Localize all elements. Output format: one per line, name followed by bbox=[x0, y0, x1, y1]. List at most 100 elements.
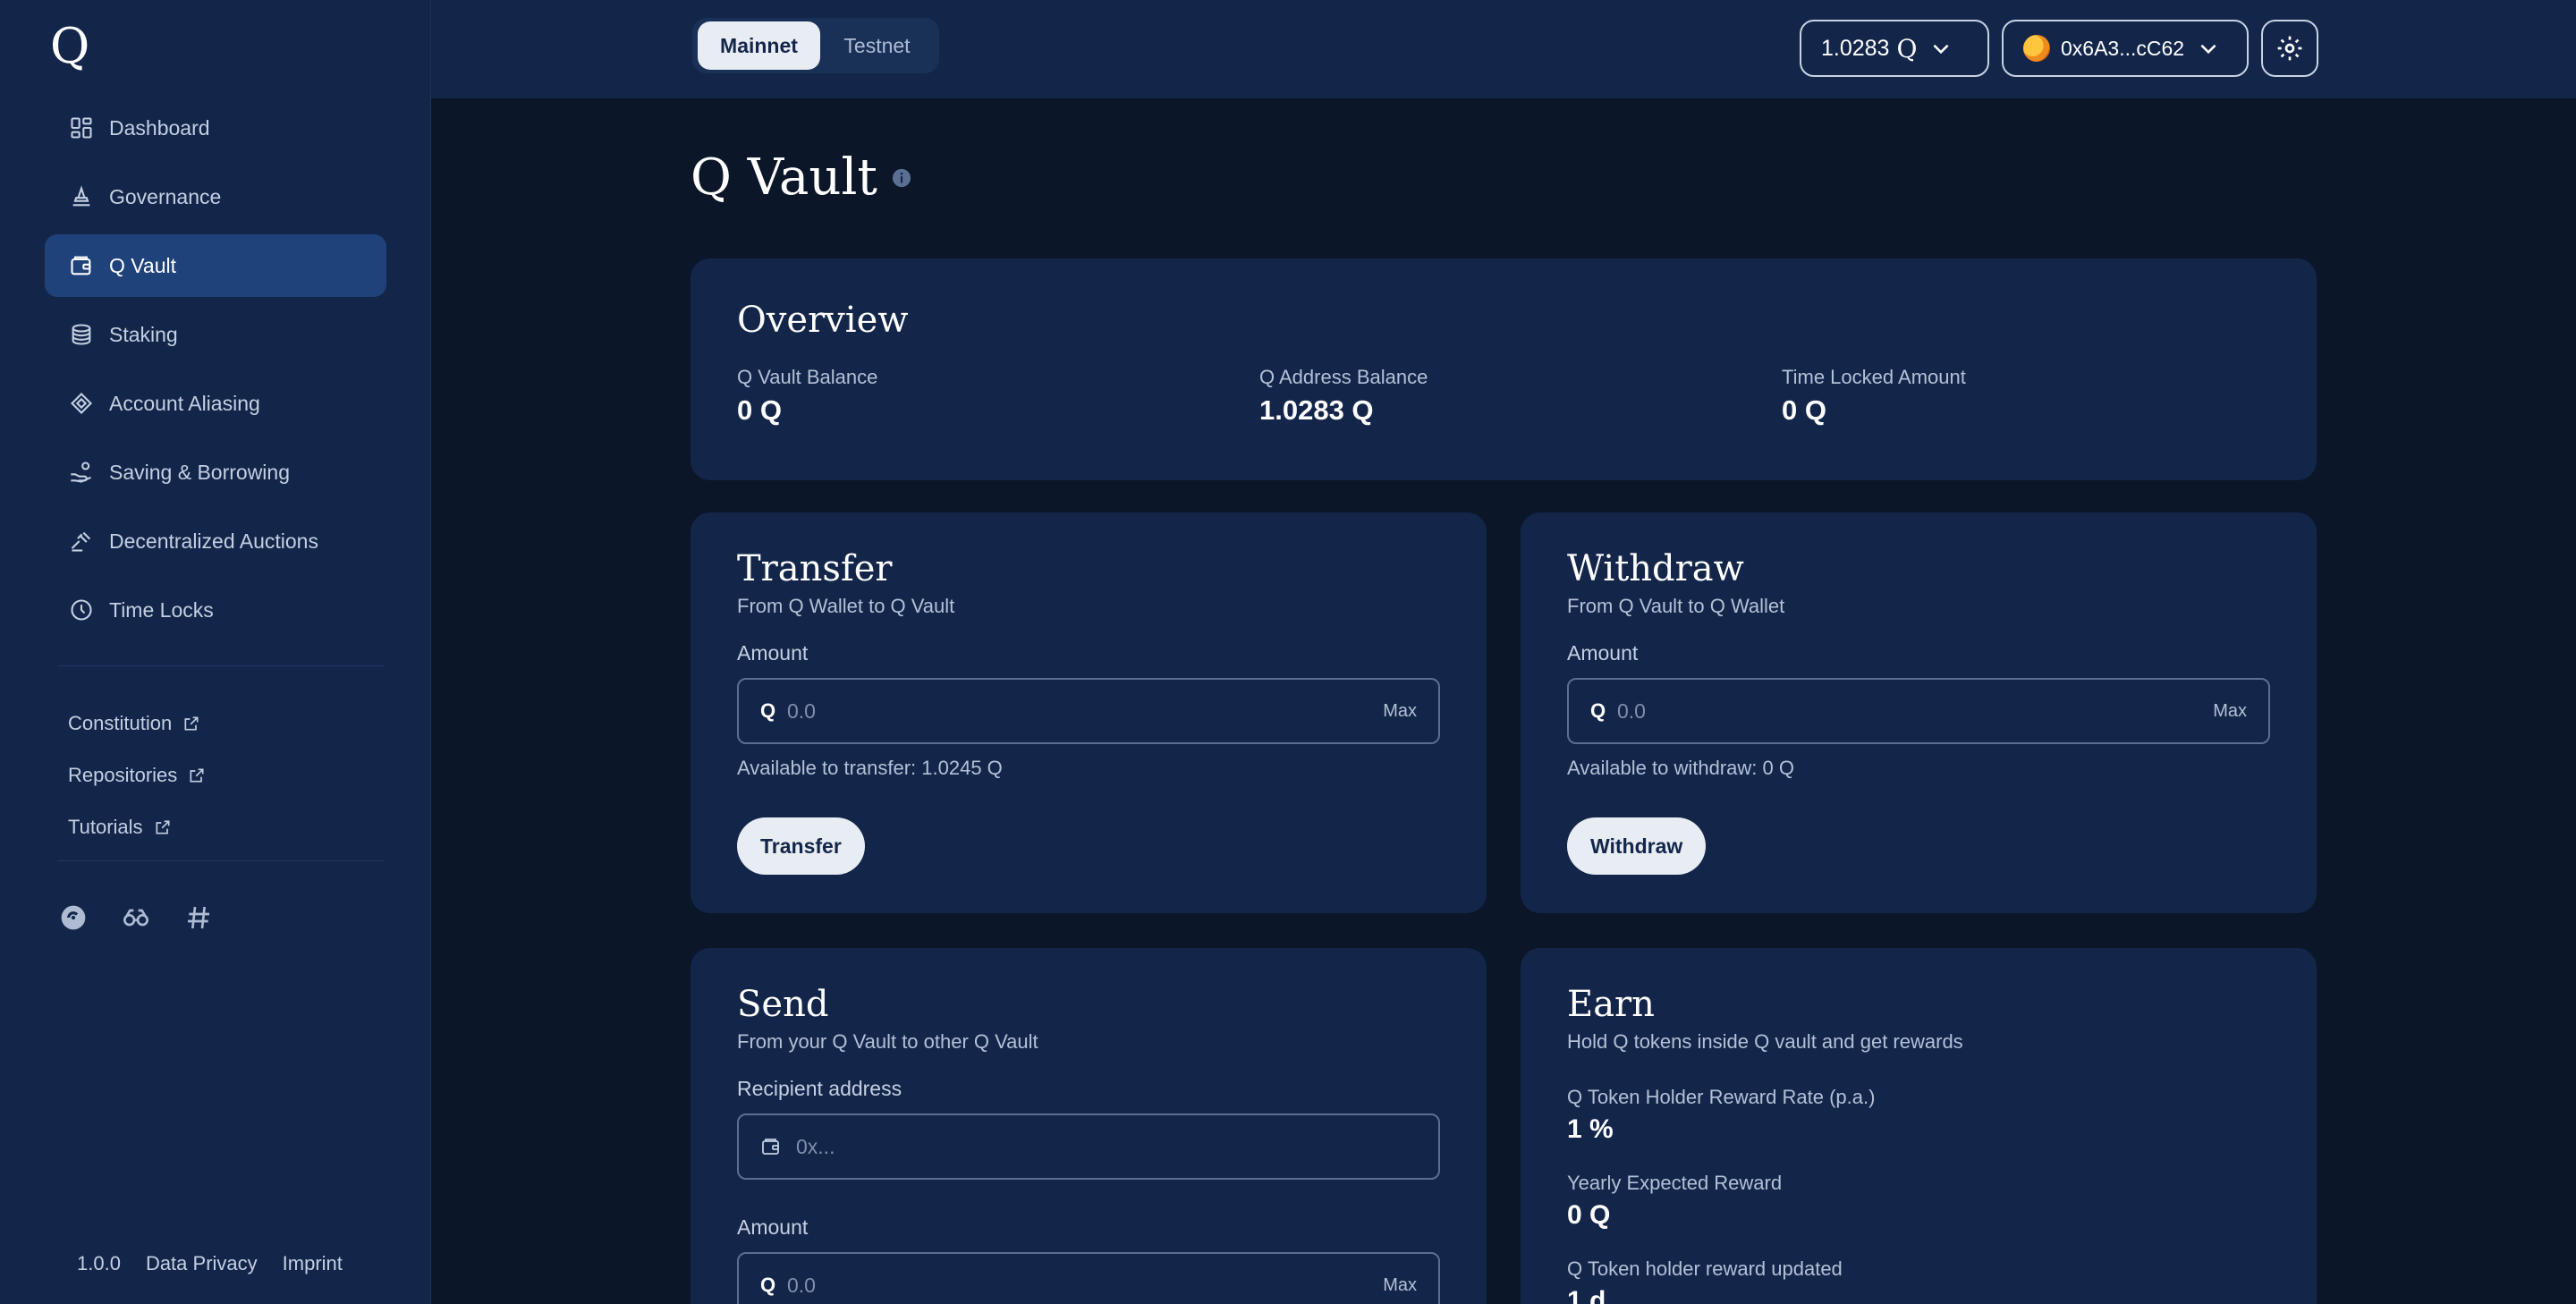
sidebar-item-account-aliasing[interactable]: Account Aliasing bbox=[45, 372, 386, 435]
wallet-address: 0x6A3...cC62 bbox=[2061, 36, 2185, 60]
sidebar-item-time-locks[interactable]: Time Locks bbox=[45, 579, 386, 641]
sidebar-nav: Dashboard Governance Q Vault Staking Acc… bbox=[45, 97, 386, 648]
available-to-withdraw: Available to withdraw: 0 Q bbox=[1567, 757, 1794, 779]
hashtag-icon[interactable] bbox=[182, 902, 215, 934]
testnet-tab[interactable]: Testnet bbox=[820, 21, 934, 70]
sidebar-item-label: Staking bbox=[109, 322, 178, 346]
transfer-button[interactable]: Transfer bbox=[737, 817, 865, 875]
withdraw-title: Withdraw bbox=[1567, 548, 1744, 589]
amount-label: Amount bbox=[737, 641, 809, 665]
withdraw-amount-input[interactable] bbox=[1617, 699, 2214, 724]
explorer-icon[interactable] bbox=[57, 902, 89, 934]
aliasing-icon bbox=[68, 390, 95, 417]
constitution-link[interactable]: Constitution bbox=[68, 698, 206, 749]
sidebar-item-label: Dashboard bbox=[109, 115, 210, 140]
stat-address-balance: Q Address Balance 1.0283 Q bbox=[1259, 366, 1782, 427]
sidebar-item-label: Time Locks bbox=[109, 597, 214, 622]
social-links bbox=[57, 902, 215, 934]
sidebar-item-label: Saving & Borrowing bbox=[109, 460, 290, 484]
send-amount-field: Q Max bbox=[737, 1252, 1440, 1304]
sidebar-item-label: Account Aliasing bbox=[109, 391, 260, 415]
max-button[interactable]: Max bbox=[1383, 1275, 1417, 1296]
stat-value: 1 d bbox=[1567, 1286, 1606, 1304]
send-amount-input[interactable] bbox=[787, 1273, 1384, 1298]
sidebar-item-label: Q Vault bbox=[109, 253, 176, 277]
external-link-icon bbox=[156, 820, 170, 834]
clock-icon bbox=[68, 597, 95, 623]
withdraw-button[interactable]: Withdraw bbox=[1567, 817, 1707, 875]
gear-icon bbox=[2277, 36, 2302, 61]
earn-title: Earn bbox=[1567, 984, 1655, 1025]
wallet-icon bbox=[68, 252, 95, 279]
sidebar-item-decentralized-auctions[interactable]: Decentralized Auctions bbox=[45, 510, 386, 572]
sidebar-item-saving-borrowing[interactable]: Saving & Borrowing bbox=[45, 441, 386, 504]
recipient-label: Recipient address bbox=[737, 1077, 902, 1100]
sidebar-footer: 1.0.0 Data Privacy Imprint bbox=[77, 1252, 343, 1275]
wallet-address-dropdown[interactable]: 0x6A3...cC62 bbox=[2002, 20, 2249, 77]
reward-updated-stat: Q Token holder reward updated 1 d bbox=[1567, 1257, 2270, 1304]
external-link-icon bbox=[190, 768, 204, 783]
stat-label: Q Token Holder Reward Rate (p.a.) bbox=[1567, 1086, 1876, 1108]
app-version: 1.0.0 bbox=[77, 1252, 121, 1274]
stat-label: Q Vault Balance bbox=[737, 366, 878, 388]
available-to-transfer: Available to transfer: 1.0245 Q bbox=[737, 757, 1003, 779]
q-logo[interactable]: Q bbox=[50, 18, 104, 75]
stat-value: 1 % bbox=[1567, 1114, 1614, 1144]
sidebar: Q Dashboard Governance Q Vault Staking A… bbox=[0, 0, 431, 1304]
saving-icon bbox=[68, 459, 95, 486]
recipient-address-input[interactable] bbox=[796, 1134, 1417, 1159]
send-card: Send From your Q Vault to other Q Vault … bbox=[691, 948, 1487, 1304]
tutorials-link[interactable]: Tutorials bbox=[68, 801, 206, 853]
q-prefix: Q bbox=[760, 1274, 776, 1296]
coins-icon bbox=[68, 321, 95, 348]
stat-label: Q Token holder reward updated bbox=[1567, 1257, 1843, 1280]
send-title: Send bbox=[737, 984, 829, 1025]
imprint-link[interactable]: Imprint bbox=[283, 1252, 343, 1275]
balance-dropdown[interactable]: 1.0283 Q bbox=[1800, 20, 1989, 77]
yearly-reward-stat: Yearly Expected Reward 0 Q bbox=[1567, 1172, 2270, 1231]
overview-title: Overview bbox=[737, 300, 909, 341]
sidebar-item-label: Governance bbox=[109, 184, 222, 208]
amount-label: Amount bbox=[737, 1215, 809, 1239]
repositories-link[interactable]: Repositories bbox=[68, 749, 206, 801]
avatar bbox=[2023, 35, 2050, 62]
stat-time-locked: Time Locked Amount 0 Q bbox=[1782, 366, 1966, 427]
stat-label: Yearly Expected Reward bbox=[1567, 1172, 1783, 1194]
stat-value: 0 Q bbox=[1567, 1200, 1611, 1230]
transfer-subtitle: From Q Wallet to Q Vault bbox=[737, 595, 955, 617]
q-prefix: Q bbox=[760, 699, 776, 722]
sidebar-divider bbox=[57, 665, 385, 666]
stat-value: 1.0283 Q bbox=[1259, 394, 1374, 426]
transfer-amount-input[interactable] bbox=[787, 699, 1384, 724]
link-label: Constitution bbox=[68, 712, 173, 734]
send-subtitle: From your Q Vault to other Q Vault bbox=[737, 1030, 1038, 1053]
stat-value: 0 Q bbox=[1782, 394, 1826, 426]
withdraw-amount-field: Q Max bbox=[1567, 678, 2270, 744]
max-button[interactable]: Max bbox=[1383, 701, 1417, 722]
binoculars-icon[interactable] bbox=[120, 902, 152, 934]
external-link-icon bbox=[184, 716, 199, 731]
top-bar: Mainnet Testnet 1.0283 Q 0x6A3...cC62 bbox=[431, 0, 2576, 98]
sidebar-item-staking[interactable]: Staking bbox=[45, 303, 386, 366]
transfer-amount-field: Q Max bbox=[737, 678, 1440, 744]
sidebar-item-q-vault[interactable]: Q Vault bbox=[45, 234, 386, 297]
governance-icon bbox=[68, 183, 95, 210]
link-label: Tutorials bbox=[68, 816, 143, 838]
info-icon[interactable] bbox=[892, 168, 911, 188]
data-privacy-link[interactable]: Data Privacy bbox=[146, 1252, 258, 1275]
page-title-text: Q Vault bbox=[691, 148, 877, 207]
sidebar-item-governance[interactable]: Governance bbox=[45, 165, 386, 228]
stat-vault-balance: Q Vault Balance 0 Q bbox=[737, 366, 1259, 427]
q-prefix: Q bbox=[1590, 699, 1606, 722]
wallet-icon bbox=[762, 1139, 779, 1155]
settings-button[interactable] bbox=[2261, 20, 2318, 77]
sidebar-item-dashboard[interactable]: Dashboard bbox=[45, 97, 386, 159]
transfer-card: Transfer From Q Wallet to Q Vault Amount… bbox=[691, 512, 1487, 913]
stat-label: Q Address Balance bbox=[1259, 366, 1428, 388]
balance-value: 1.0283 bbox=[1821, 35, 1890, 61]
withdraw-card: Withdraw From Q Vault to Q Wallet Amount… bbox=[1521, 512, 2317, 913]
stat-label: Time Locked Amount bbox=[1782, 366, 1966, 388]
mainnet-tab[interactable]: Mainnet bbox=[698, 21, 820, 70]
max-button[interactable]: Max bbox=[2213, 701, 2247, 722]
stat-value: 0 Q bbox=[737, 394, 782, 426]
